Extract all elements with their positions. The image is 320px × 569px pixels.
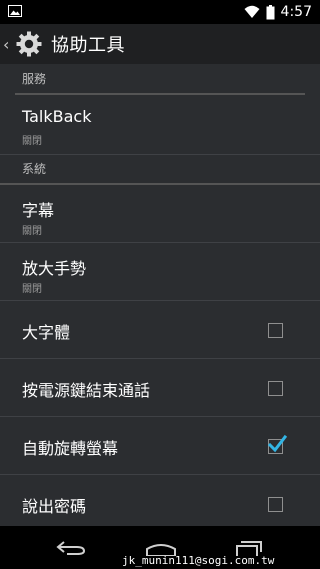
wifi-icon xyxy=(244,5,260,18)
setting-captions[interactable]: 字幕 關閉 xyxy=(0,183,320,243)
setting-label: 大字體 xyxy=(22,323,71,342)
speak-passwords-checkbox[interactable] xyxy=(268,497,283,512)
power-ends-call-checkbox[interactable] xyxy=(268,381,283,396)
setting-summary: 關閉 xyxy=(22,136,42,147)
section-label: 系統 xyxy=(22,162,47,176)
setting-label: 說出密碼 xyxy=(22,497,87,516)
setting-large-text[interactable]: 大字體 xyxy=(0,301,320,359)
gear-icon[interactable] xyxy=(15,30,43,58)
watermark-text: jk_munin111@sogi.com.tw xyxy=(122,554,275,567)
setting-talkback[interactable]: TalkBack 關閉 xyxy=(0,95,320,155)
setting-summary: 關閉 xyxy=(22,284,42,295)
setting-label: 放大手勢 xyxy=(22,259,87,278)
setting-label: 按電源鍵結束通話 xyxy=(22,381,151,400)
back-icon[interactable] xyxy=(55,540,87,556)
setting-label: 自動旋轉螢幕 xyxy=(22,439,119,458)
checkmark-icon xyxy=(267,434,287,453)
back-chevron-icon[interactable]: ‹ xyxy=(3,35,13,54)
auto-rotate-checkbox[interactable] xyxy=(267,434,287,454)
status-time: 4:57 xyxy=(280,4,312,20)
status-bar: 4:57 xyxy=(0,0,320,24)
section-label: 服務 xyxy=(22,72,47,86)
setting-power-button-ends-call[interactable]: 按電源鍵結束通話 xyxy=(0,359,320,417)
setting-summary: 關閉 xyxy=(22,226,42,237)
setting-label: TalkBack xyxy=(22,107,92,126)
large-text-checkbox[interactable] xyxy=(268,323,283,338)
setting-magnification-gestures[interactable]: 放大手勢 關閉 xyxy=(0,243,320,301)
settings-list: 服務 TalkBack 關閉 系統 字幕 關閉 放大手勢 關閉 大字體 按電源鍵… xyxy=(0,64,320,533)
image-notification-icon xyxy=(8,5,22,17)
action-bar: ‹ 協助工具 xyxy=(0,24,320,64)
section-header-services: 服務 xyxy=(15,64,305,95)
battery-icon xyxy=(266,4,275,19)
setting-auto-rotate-screen[interactable]: 自動旋轉螢幕 xyxy=(0,417,320,475)
setting-speak-passwords[interactable]: 說出密碼 xyxy=(0,475,320,533)
page-title: 協助工具 xyxy=(51,35,125,56)
setting-label: 字幕 xyxy=(22,201,55,220)
section-header-system: 系統 xyxy=(15,155,305,183)
